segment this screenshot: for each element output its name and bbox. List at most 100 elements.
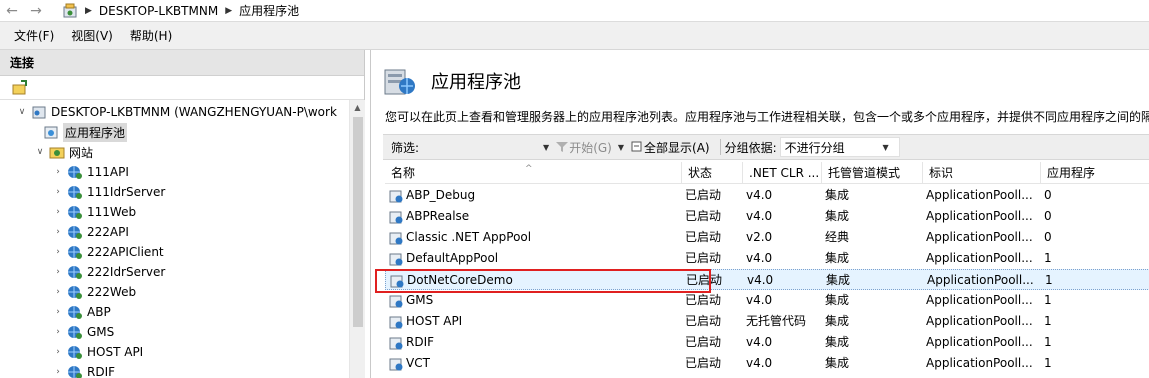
cell-status: 已启动 xyxy=(685,335,722,349)
menu-view[interactable]: 视图(V) xyxy=(71,27,113,44)
cell-apps: 1 xyxy=(1044,356,1052,370)
tree-site[interactable]: › 222IdrServer xyxy=(52,262,165,282)
collapsed-chevron-icon[interactable]: › xyxy=(52,347,64,357)
breadcrumb-page[interactable]: 应用程序池 xyxy=(239,2,299,19)
tree-server[interactable]: ∨ DESKTOP-LKBTMNM (WANGZHENGYUAN-P\work xyxy=(16,102,337,122)
cell-apps: 1 xyxy=(1044,293,1052,307)
main-pane: 应用程序池 您可以在此页上查看和管理服务器上的应用程序池列表。应用程序池与工作进… xyxy=(370,50,1149,378)
tree-site[interactable]: › 111Web xyxy=(52,202,136,222)
table-row[interactable]: ABPRealse 已启动 v4.0 集成 ApplicationPooll... 0 xyxy=(385,206,1149,227)
scroll-thumb[interactable] xyxy=(353,117,363,327)
cell-status: 已启动 xyxy=(685,209,722,223)
group-by-select[interactable]: 不进行分组 ▼ xyxy=(779,137,900,157)
table-row[interactable]: GMS 已启动 v4.0 集成 ApplicationPooll... 1 xyxy=(385,290,1149,311)
col-identity[interactable]: 标识 xyxy=(922,162,1040,184)
tree-site[interactable]: › RDIF xyxy=(52,362,115,378)
server-icon xyxy=(32,106,46,119)
cell-apps: 1 xyxy=(1044,314,1052,328)
tree-site[interactable]: › 222APIClient xyxy=(52,242,164,262)
show-all-icon xyxy=(631,141,642,152)
back-arrow-icon[interactable]: ← xyxy=(0,1,24,21)
collapsed-chevron-icon[interactable]: › xyxy=(52,167,64,177)
tree-site-label: RDIF xyxy=(87,365,116,378)
cell-status: 已启动 xyxy=(685,188,722,202)
cell-name: HOST API xyxy=(385,311,681,332)
toolbar-separator xyxy=(719,139,721,155)
collapsed-chevron-icon[interactable]: › xyxy=(52,267,64,277)
col-clr[interactable]: .NET CLR ... xyxy=(742,162,821,184)
col-pipeline[interactable]: 托管管道模式 xyxy=(821,162,922,184)
pool-name: ABPRealse xyxy=(406,209,470,223)
tree-site[interactable]: › HOST API xyxy=(52,342,143,362)
table-row[interactable]: ABP_Debug 已启动 v4.0 集成 ApplicationPooll... 0 xyxy=(385,185,1149,206)
show-all-button[interactable]: 全部显示(A) xyxy=(630,139,710,156)
tree-sites-label: 网站 xyxy=(69,145,94,160)
tree-site-label: 111Web xyxy=(87,205,137,219)
cell-pipeline: 集成 xyxy=(826,273,851,287)
tree-site-label: 222IdrServer xyxy=(87,265,166,279)
website-globe-icon xyxy=(68,286,82,299)
table-row[interactable]: HOST API 已启动 无托管代码 集成 ApplicationPooll... 1 xyxy=(385,311,1149,332)
col-name-label: 名称 xyxy=(391,166,416,180)
cell-status: 已启动 xyxy=(685,230,722,244)
collapsed-chevron-icon[interactable]: › xyxy=(52,367,64,377)
tree-site[interactable]: › 222Web xyxy=(52,282,136,302)
connections-scrollbar[interactable]: ▲ xyxy=(349,100,365,378)
expanded-chevron-icon[interactable]: ∨ xyxy=(34,147,46,157)
connections-pane: 连接 ∨ DESKTOP-LKBTMNM (WANGZHENGYUAN-P\wo… xyxy=(0,50,365,378)
tree-site[interactable]: › 111IdrServer xyxy=(52,182,165,202)
col-status[interactable]: 状态 xyxy=(681,162,742,184)
tree-sites[interactable]: ∨ 网站 xyxy=(34,142,93,162)
cell-pipeline: 集成 xyxy=(825,314,850,328)
group-by-dropdown-icon: ▼ xyxy=(882,142,889,152)
cell-pipeline: 集成 xyxy=(825,188,850,202)
app-pool-icon xyxy=(389,253,403,265)
tree-app-pools[interactable]: 应用程序池 xyxy=(40,122,128,142)
app-pool-icon xyxy=(389,358,403,370)
col-name[interactable]: 名称 ^ xyxy=(385,162,681,184)
connect-icon[interactable] xyxy=(12,79,28,96)
collapsed-chevron-icon[interactable]: › xyxy=(52,227,64,237)
app-pool-icon xyxy=(389,295,403,307)
filter-label: 筛选: xyxy=(391,140,420,155)
tree-app-pools-label: 应用程序池 xyxy=(63,122,128,142)
tree-site[interactable]: › ABP xyxy=(52,302,111,322)
cell-identity: ApplicationPooll... xyxy=(926,314,1033,328)
collapsed-chevron-icon[interactable]: › xyxy=(52,187,64,197)
scroll-up-icon[interactable]: ▲ xyxy=(350,100,365,116)
cell-identity: ApplicationPooll... xyxy=(926,251,1033,265)
start-filter-button[interactable]: 开始(G) xyxy=(555,139,612,156)
filter-toolbar: 筛选: ▼ 开始(G) ▼ 全部显示(A) 分组依据: 不进行分组 ▼ xyxy=(383,134,1149,160)
website-globe-icon xyxy=(68,306,82,319)
breadcrumb-separator-icon: ▶ xyxy=(85,5,92,16)
expanded-chevron-icon[interactable]: ∨ xyxy=(16,107,28,117)
tree-site[interactable]: › GMS xyxy=(52,322,114,342)
tree-site[interactable]: › 222API xyxy=(52,222,129,242)
collapsed-chevron-icon[interactable]: › xyxy=(52,207,64,217)
cell-apps: 0 xyxy=(1044,230,1052,244)
table-row[interactable]: Classic .NET AppPool 已启动 v2.0 经典 Application… xyxy=(385,227,1149,248)
forward-arrow-icon[interactable]: → xyxy=(24,1,48,21)
collapsed-chevron-icon[interactable]: › xyxy=(52,327,64,337)
cell-name: VCT xyxy=(385,353,681,374)
collapsed-chevron-icon[interactable]: › xyxy=(52,307,64,317)
collapsed-chevron-icon[interactable]: › xyxy=(52,247,64,257)
menu-file[interactable]: 文件(F) xyxy=(14,27,54,44)
table-row[interactable]: DefaultAppPool 已启动 v4.0 集成 ApplicationPooll.… xyxy=(385,248,1149,269)
start-dropdown-icon[interactable]: ▼ xyxy=(618,143,624,152)
cell-apps: 1 xyxy=(1044,251,1052,265)
filter-dropdown-icon[interactable]: ▼ xyxy=(543,143,549,152)
collapsed-chevron-icon[interactable]: › xyxy=(52,287,64,297)
tree-site-label: 111IdrServer xyxy=(87,185,166,199)
breadcrumb-host[interactable]: DESKTOP-LKBTMNM xyxy=(99,4,218,18)
tree-site[interactable]: › 111API xyxy=(52,162,129,182)
cell-clr: v4.0 xyxy=(746,356,773,370)
col-apps[interactable]: 应用程序 xyxy=(1040,162,1149,184)
group-by-label: 分组依据: xyxy=(724,140,777,155)
menu-help[interactable]: 帮助(H) xyxy=(130,27,172,44)
filter-input[interactable] xyxy=(423,137,544,157)
table-row[interactable]: RDIF 已启动 v4.0 集成 ApplicationPooll... 1 xyxy=(385,332,1149,353)
cell-apps: 1 xyxy=(1044,335,1052,349)
cell-status: 已启动 xyxy=(685,251,722,265)
table-row[interactable]: VCT 已启动 v4.0 集成 ApplicationPooll... 1 xyxy=(385,353,1149,374)
